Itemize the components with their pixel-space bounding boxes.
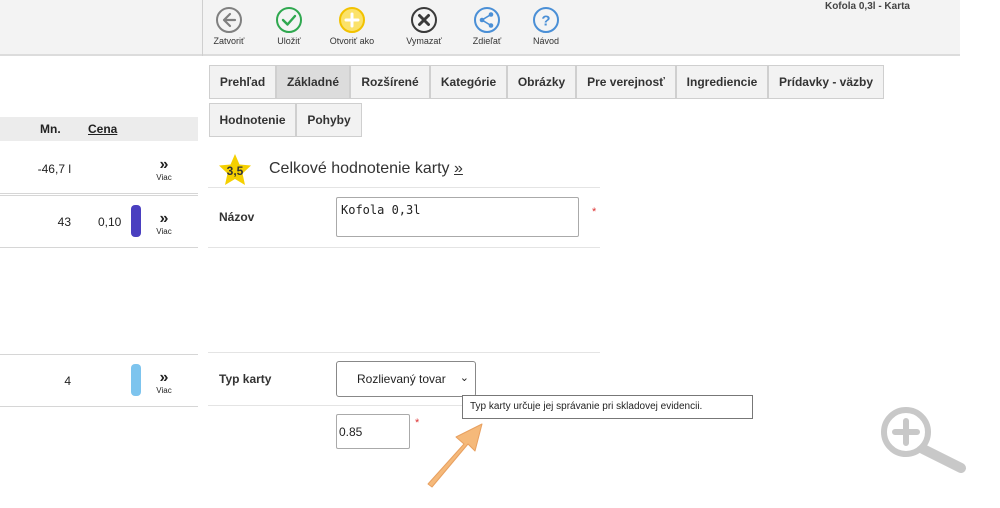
tab-ingrediencie[interactable]: Ingrediencie: [676, 65, 768, 99]
status-color-bar: [131, 205, 141, 237]
column-header-price[interactable]: Cena: [88, 122, 117, 136]
double-chevron-right-icon: »: [159, 156, 169, 173]
rating-title-text: Celkové hodnotenie karty: [269, 160, 450, 177]
chevron-down-icon: ⌄: [459, 372, 469, 384]
list-item-qty: -46,7 l: [37, 162, 71, 176]
double-chevron-right-icon: »: [159, 210, 169, 227]
share-button[interactable]: Zdieľať: [457, 6, 517, 46]
tab-hodnotenie[interactable]: Hodnotenie: [209, 103, 296, 137]
list-item[interactable]: -46,7 l » Viac: [0, 142, 198, 194]
more-link-label: Viac: [156, 386, 172, 395]
tab-kategorie[interactable]: Kategórie: [430, 65, 507, 99]
close-button[interactable]: Zatvoriť: [199, 6, 259, 46]
delete-button-label: Vymazať: [406, 36, 442, 46]
open-as-button[interactable]: Otvoriť ako: [322, 6, 382, 46]
open-as-button-label: Otvoriť ako: [329, 36, 375, 46]
type-label: Typ karty: [219, 372, 272, 386]
tab-prehlad[interactable]: Prehľad: [209, 65, 276, 99]
divider: [208, 352, 600, 353]
required-mark: *: [592, 206, 597, 218]
share-button-label: Zdieľať: [472, 36, 502, 46]
divider: [208, 247, 600, 248]
name-input[interactable]: Kofola 0,3l: [336, 197, 579, 237]
card-type-select[interactable]: Rozlievaný tovar ⌄: [336, 361, 476, 397]
window-title: Kofola 0,3l - Karta: [824, 1, 910, 12]
svg-text:?: ?: [541, 13, 550, 30]
more-link-label: Viac: [156, 173, 172, 182]
page: Zatvoriť Uložiť Otvoriť ako Vymazať Zdie…: [0, 0, 1000, 508]
rating-value: 3,5: [226, 164, 244, 178]
rating-title[interactable]: Celkové hodnotenie karty »: [269, 160, 463, 178]
delete-button[interactable]: Vymazať: [394, 6, 454, 46]
x-circle-icon: [411, 7, 437, 33]
tab-pre-verejnost[interactable]: Pre verejnosť: [576, 65, 676, 99]
share-icon: [474, 7, 500, 33]
more-link-label: Viac: [156, 227, 172, 236]
help-button-label: Návod: [532, 36, 559, 46]
divider: [208, 187, 600, 188]
list-item[interactable]: 43 0,10 » Viac: [0, 195, 198, 248]
tab-zakladne[interactable]: Základné: [276, 65, 350, 99]
plus-circle-icon: [339, 7, 365, 33]
close-button-label: Zatvoriť: [213, 36, 245, 46]
check-circle-icon: [276, 7, 302, 33]
column-header-qty[interactable]: Mn.: [40, 122, 61, 136]
more-link[interactable]: » Viac: [152, 156, 176, 183]
list-item-price: 0,10: [98, 215, 122, 229]
tab-rozsirene[interactable]: Rozšírené: [350, 65, 430, 99]
list-item[interactable]: 4 » Viac: [0, 354, 198, 407]
more-link[interactable]: » Viac: [152, 210, 176, 237]
save-button[interactable]: Uložiť: [259, 6, 319, 46]
toolbar: Zatvoriť Uložiť Otvoriť ako Vymazať Zdie…: [0, 0, 960, 56]
left-list-header: Mn. Cena: [0, 117, 198, 141]
name-label: Názov: [219, 210, 255, 224]
tab-obrazky[interactable]: Obrázky: [507, 65, 576, 99]
divider: [208, 405, 463, 406]
double-chevron-right-icon: »: [159, 369, 169, 386]
zoom-in-icon[interactable]: [876, 404, 968, 476]
help-button[interactable]: ? Návod: [516, 6, 576, 46]
tab-pohyby[interactable]: Pohyby: [296, 103, 362, 137]
volume-input[interactable]: 0.85: [336, 414, 410, 449]
more-link[interactable]: » Viac: [152, 369, 176, 396]
rating-link[interactable]: »: [454, 160, 463, 177]
list-item-qty: 4: [64, 374, 71, 388]
status-color-bar: [131, 364, 141, 396]
annotation-arrow-icon: [427, 423, 483, 488]
card-type-selected-value: Rozlievaný tovar: [357, 372, 446, 386]
question-circle-icon: ?: [533, 7, 559, 33]
arrow-left-circle-icon: [216, 7, 242, 33]
save-button-label: Uložiť: [277, 36, 301, 46]
tooltip: Typ karty určuje jej správanie pri sklad…: [462, 395, 753, 419]
list-item-qty: 43: [57, 215, 71, 229]
tab-pridavky-vazby[interactable]: Prídavky - väzby: [768, 65, 884, 99]
required-mark: *: [415, 417, 420, 429]
